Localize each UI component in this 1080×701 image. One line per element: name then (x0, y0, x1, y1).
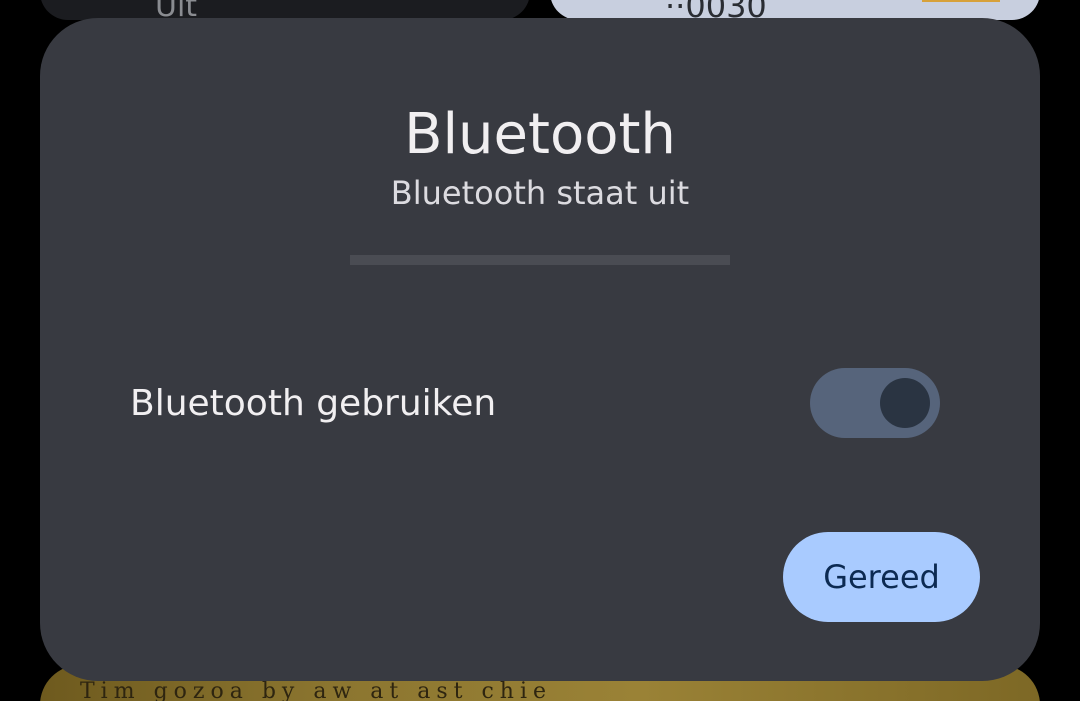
background-photo-handwriting: Tim gozoa by aw at ast chie (80, 679, 553, 701)
screen: Uit ··0030 Tim gozoa by aw at ast chie B… (0, 0, 1080, 701)
use-bluetooth-label: Bluetooth gebruiken (130, 383, 497, 424)
scan-progress-bar (350, 255, 730, 265)
background-tile-right-indicator (922, 0, 1000, 2)
toggle-thumb (880, 378, 930, 428)
background-tile-right[interactable]: ··0030 (550, 0, 1040, 22)
dialog-title: Bluetooth (404, 102, 676, 167)
use-bluetooth-row[interactable]: Bluetooth gebruiken (130, 368, 940, 440)
bluetooth-dialog: Bluetooth Bluetooth staat uit Bluetooth … (40, 18, 1040, 681)
done-button[interactable]: Gereed (783, 532, 980, 622)
bluetooth-toggle[interactable] (810, 368, 940, 438)
background-tile-left[interactable]: Uit (40, 0, 530, 22)
dialog-subtitle: Bluetooth staat uit (390, 174, 690, 212)
